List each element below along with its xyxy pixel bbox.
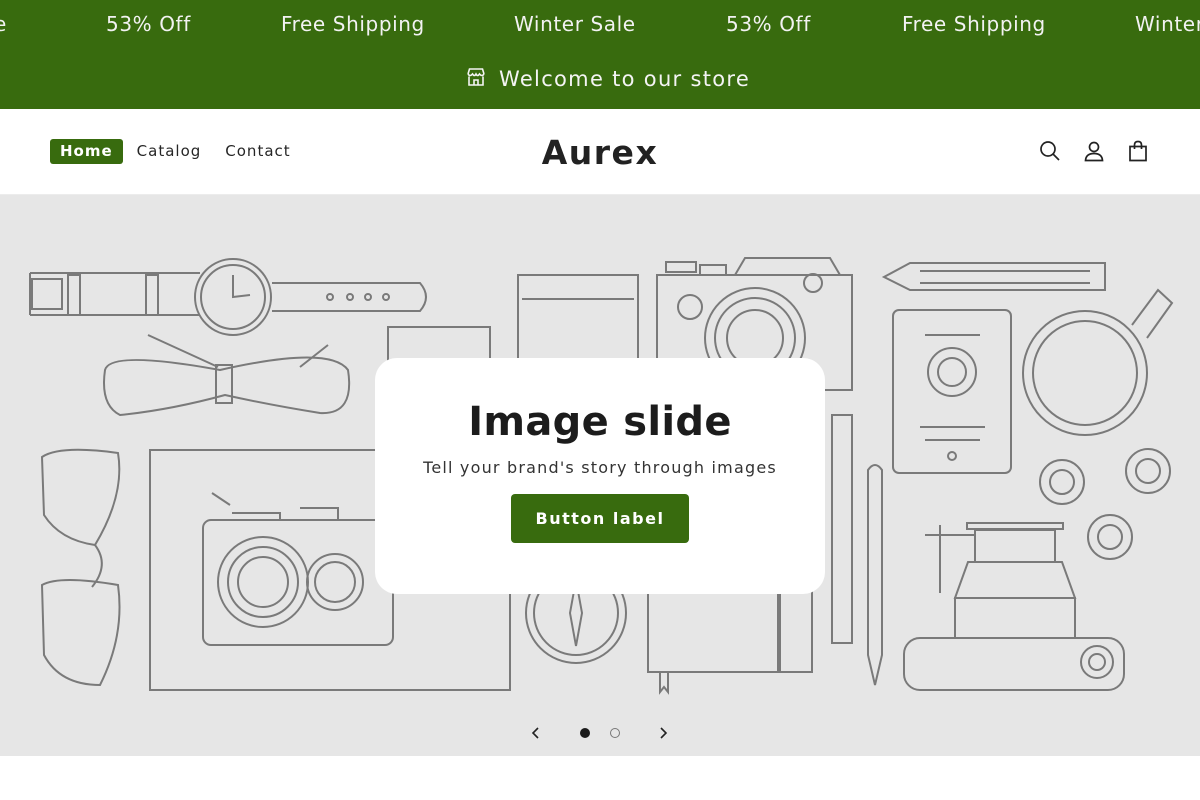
ticker-item: 53% Off: [106, 12, 191, 36]
chevron-left-icon[interactable]: [524, 721, 548, 745]
slide-dot-1[interactable]: [580, 728, 590, 738]
announcement-ticker: e 53% Off Free Shipping Winter Sale 53% …: [0, 0, 1200, 52]
ticker-item: Free Shipping: [902, 12, 1046, 36]
slide-content-card: Image slide Tell your brand's story thro…: [375, 358, 825, 594]
chevron-right-icon[interactable]: [651, 721, 675, 745]
slider-controls: [0, 721, 1200, 745]
slide-cta-button[interactable]: Button label: [511, 494, 689, 543]
cart-icon[interactable]: [1126, 139, 1150, 163]
ticker-item: Winter Sale: [514, 12, 636, 36]
slide-dot-2[interactable]: [610, 728, 620, 738]
ticker-item: e: [0, 12, 7, 36]
page-body: [0, 756, 1200, 800]
site-header: Home Catalog Contact Aurex: [0, 109, 1200, 195]
search-icon[interactable]: [1038, 139, 1062, 163]
slide-subtitle: Tell your brand's story through images: [423, 458, 777, 477]
store-logo[interactable]: Aurex: [0, 133, 1200, 173]
announcement-text: Welcome to our store: [499, 67, 751, 91]
ticker-item: Winter: [1135, 12, 1200, 36]
hero-slideshow: Image slide Tell your brand's story thro…: [0, 195, 1200, 756]
store-icon: [465, 66, 487, 92]
account-icon[interactable]: [1082, 139, 1106, 163]
slide-title: Image slide: [468, 399, 732, 445]
ticker-item: Free Shipping: [281, 12, 425, 36]
announcement-bar: Welcome to our store: [0, 52, 1200, 109]
ticker-item: 53% Off: [726, 12, 811, 36]
